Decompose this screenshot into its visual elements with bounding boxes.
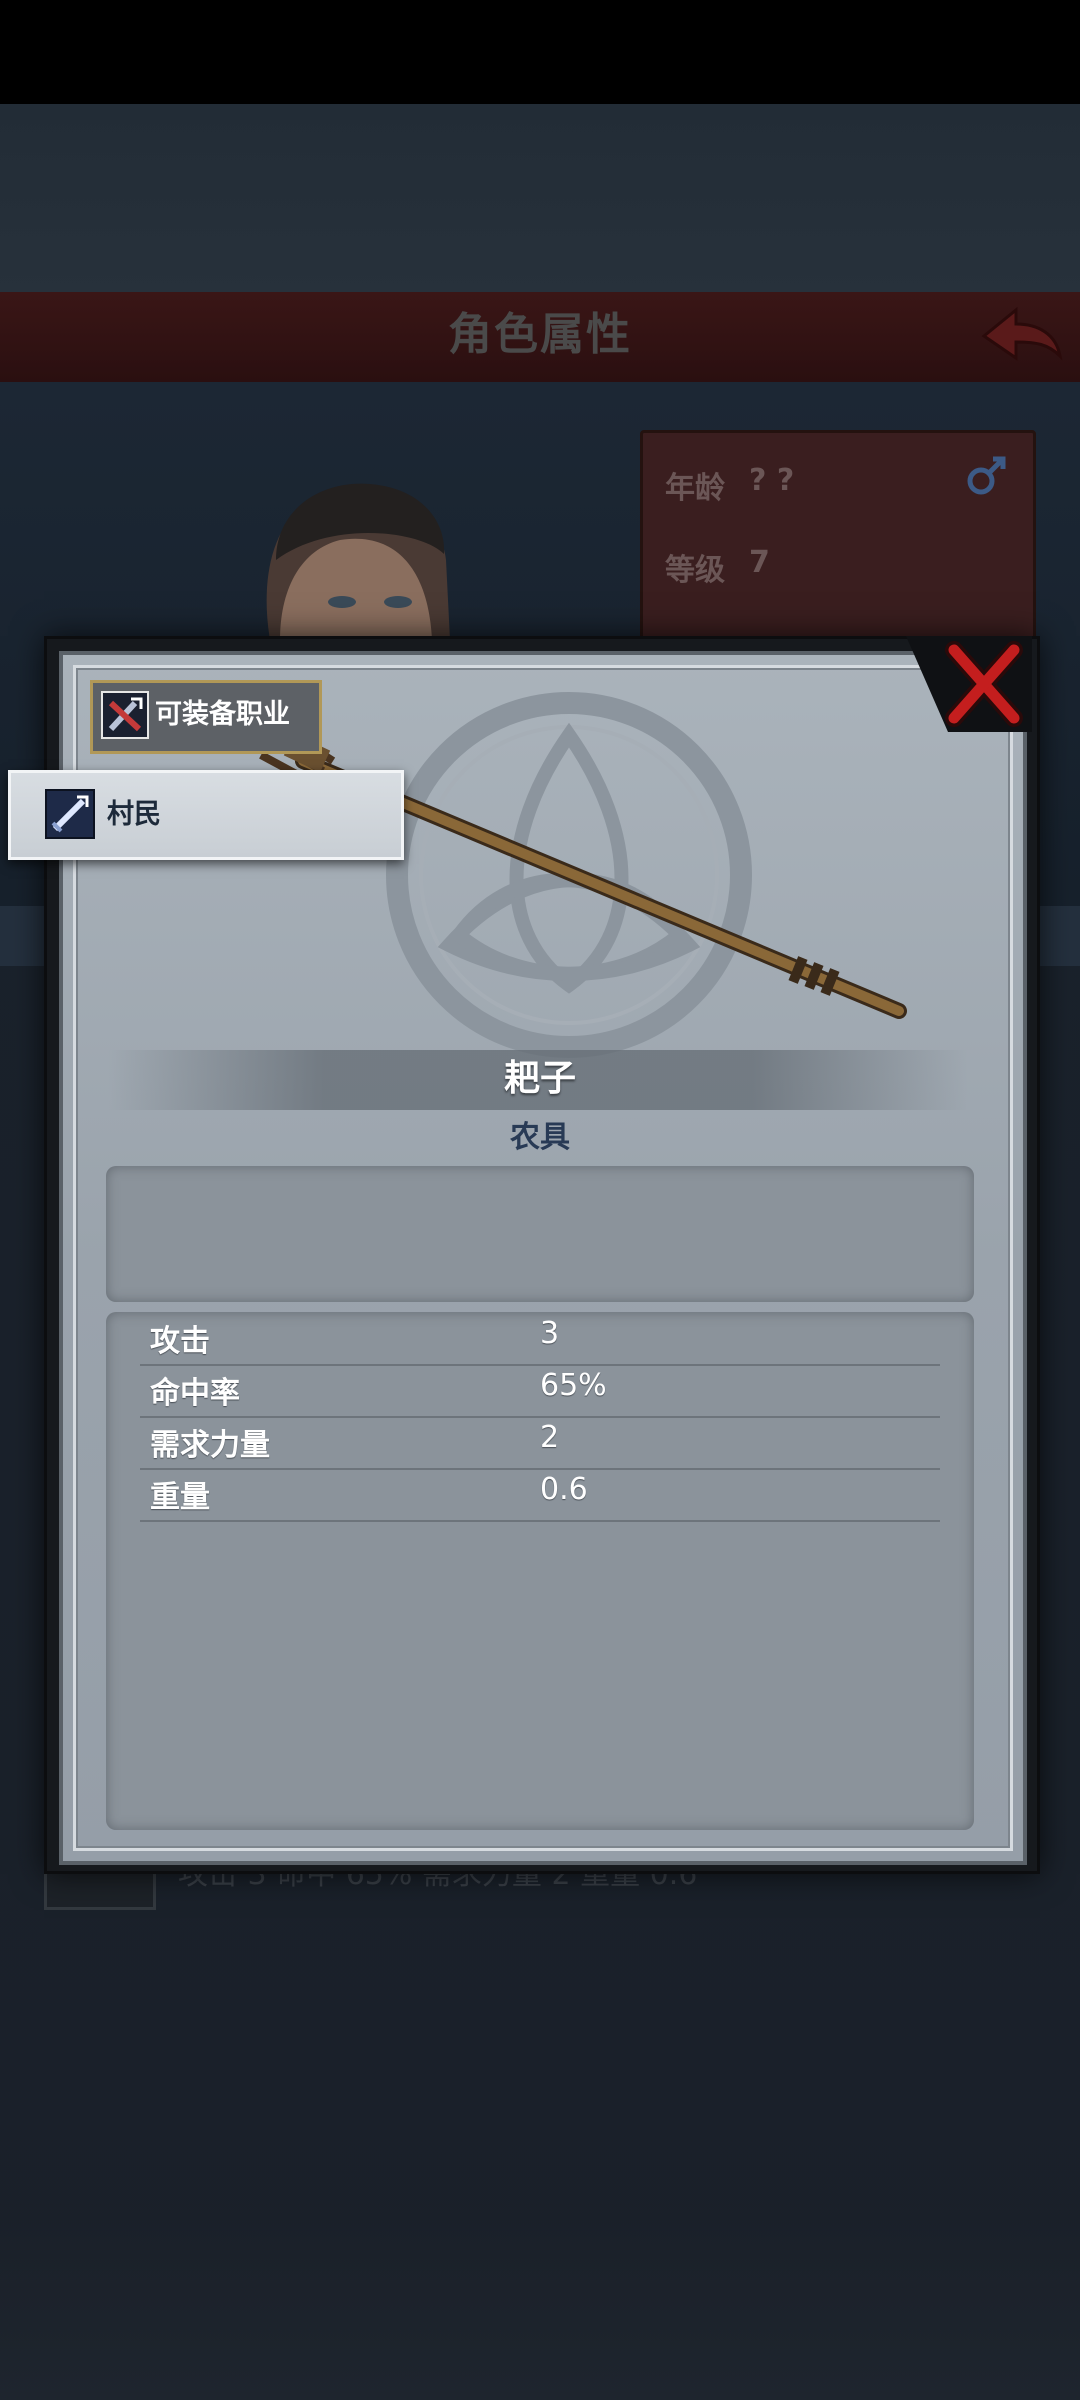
stat-label: 需求力量 xyxy=(150,1428,270,1463)
equippable-classes-label: 可装备职业 xyxy=(155,699,290,730)
stat-value: 2 xyxy=(540,1420,560,1455)
stat-label: 攻击 xyxy=(150,1324,210,1359)
equippable-classes-tab[interactable]: 可装备职业 xyxy=(90,680,322,754)
back-arrow-icon[interactable] xyxy=(976,300,1066,370)
background-floor xyxy=(0,2210,1080,2400)
page-title: 角色属性 xyxy=(448,309,632,360)
stat-row-hit-rate: 命中率 65% xyxy=(140,1364,940,1418)
stat-value: 65% xyxy=(540,1368,607,1403)
rake-weapon-image xyxy=(243,721,923,1021)
character-portrait xyxy=(210,470,480,640)
stat-row-attack: 攻击 3 xyxy=(140,1312,940,1366)
class-sword-icon xyxy=(45,789,95,839)
item-name: 耙子 xyxy=(503,1058,576,1099)
close-button[interactable] xyxy=(896,636,1032,732)
item-description-box xyxy=(106,1166,974,1302)
stat-value: 0.6 xyxy=(540,1472,588,1507)
background-stone-wall xyxy=(0,104,1080,294)
stat-label: 重量 xyxy=(150,1480,210,1515)
stat-row-required-strength: 需求力量 2 xyxy=(140,1416,940,1470)
level-label: 等级 xyxy=(665,553,725,588)
class-item-villager: 村民 xyxy=(107,799,161,830)
equippable-classes-tooltip: 村民 xyxy=(8,770,404,860)
stat-value: 3 xyxy=(540,1316,560,1351)
game-screen: 角色属性 年龄 ? ? 等级 7 攻击 3 命中 65% 需求力量 2 重量 0… xyxy=(0,0,1080,2400)
character-stat-panel: 年龄 ? ? 等级 7 xyxy=(640,430,1036,656)
stat-row-weight: 重量 0.6 xyxy=(140,1468,940,1522)
item-stats-box: 攻击 3 命中率 65% 需求力量 2 重量 0.6 xyxy=(106,1312,974,1830)
item-type: 农具 xyxy=(510,1120,570,1155)
level-value: 7 xyxy=(749,545,770,580)
male-symbol-icon xyxy=(963,453,1009,503)
status-bar xyxy=(0,0,1080,104)
age-value: ? ? xyxy=(749,463,795,498)
stat-label: 命中率 xyxy=(150,1376,240,1411)
class-sword-icon xyxy=(101,691,149,739)
age-label: 年龄 xyxy=(665,471,725,506)
